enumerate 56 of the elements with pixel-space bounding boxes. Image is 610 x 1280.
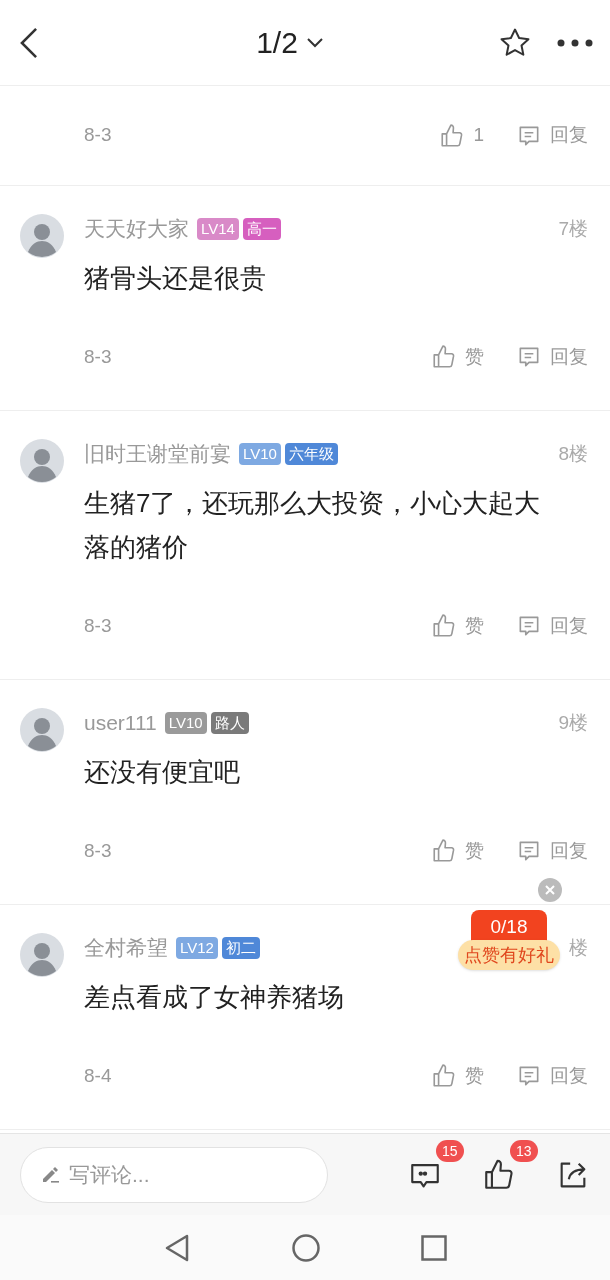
floor-number: 8楼 — [558, 441, 588, 466]
thumbs-up-icon — [431, 613, 457, 639]
comment-date: 8-3 — [84, 838, 112, 863]
avatar[interactable] — [20, 708, 64, 752]
rank-tag: 路人 — [210, 712, 249, 734]
more-icon[interactable] — [556, 37, 594, 48]
comment-text: 还没有便宜吧 — [84, 756, 240, 789]
like-button[interactable]: 赞 — [431, 611, 484, 641]
like-button[interactable]: 赞 — [431, 342, 484, 372]
rank-tag: 初二 — [221, 937, 260, 959]
floor-number: 楼 — [569, 935, 588, 960]
thumbs-up-icon — [431, 838, 457, 864]
reply-button[interactable]: 回复 — [516, 1061, 588, 1091]
thumbs-up-icon — [431, 344, 457, 370]
reply-button[interactable]: 回复 — [516, 836, 588, 866]
level-tag: LV10 — [239, 443, 281, 465]
pencil-icon — [41, 1164, 61, 1185]
home-nav-icon[interactable] — [291, 1232, 321, 1263]
level-tag: LV14 — [197, 218, 239, 240]
floor-number: 9楼 — [558, 710, 588, 735]
username[interactable]: 天天好大家 — [84, 213, 189, 245]
page-selector[interactable]: 1/2 — [256, 20, 324, 65]
level-tag: LV12 — [176, 937, 218, 959]
like-button[interactable]: 赞 — [431, 1061, 484, 1091]
comment-text: 猪骨头还是很贵 — [84, 262, 266, 295]
recents-nav-icon[interactable] — [421, 1234, 447, 1261]
avatar[interactable] — [20, 214, 64, 258]
thumbs-up-icon[interactable] — [482, 1157, 516, 1192]
count-badge: 15 — [436, 1139, 464, 1162]
avatar[interactable] — [20, 439, 64, 483]
thumbs-up-icon — [431, 1063, 457, 1089]
reply-button[interactable]: 回复 — [516, 121, 588, 150]
level-tag: LV10 — [164, 712, 207, 734]
comment-date: 8-4 — [84, 1063, 112, 1088]
chevron-down-icon — [305, 36, 324, 49]
rank-tag: 六年级 — [284, 443, 338, 465]
back-nav-icon[interactable] — [163, 1232, 191, 1263]
comment-text: 生猪7了，还玩那么大投资，小心大起大落的猪价 — [84, 487, 542, 564]
avatar[interactable] — [20, 933, 64, 977]
comment-field[interactable]: 写评论... — [69, 1158, 307, 1191]
like-button[interactable]: 1 — [439, 121, 484, 150]
reply-button[interactable]: 回复 — [516, 342, 588, 372]
promo-label[interactable]: 点赞有好礼 — [458, 940, 560, 970]
comment-date: 8-3 — [84, 344, 112, 369]
username[interactable]: 旧时王谢堂前宴 — [84, 438, 231, 470]
username[interactable]: 全村希望 — [84, 932, 168, 964]
rank-tag: 高一 — [242, 218, 281, 240]
comment-text: 差点看成了女神养猪场 — [84, 981, 344, 1014]
username[interactable]: user111 — [84, 707, 157, 739]
floor-number: 7楼 — [558, 216, 588, 241]
count-badge: 13 — [510, 1139, 538, 1162]
comment-date: 8-3 — [84, 613, 112, 638]
comment-input[interactable]: 写评论... — [20, 1146, 328, 1203]
comment-date: 8-3 — [84, 123, 112, 148]
like-button[interactable]: 赞 — [431, 836, 484, 866]
reply-button[interactable]: 回复 — [516, 611, 588, 641]
